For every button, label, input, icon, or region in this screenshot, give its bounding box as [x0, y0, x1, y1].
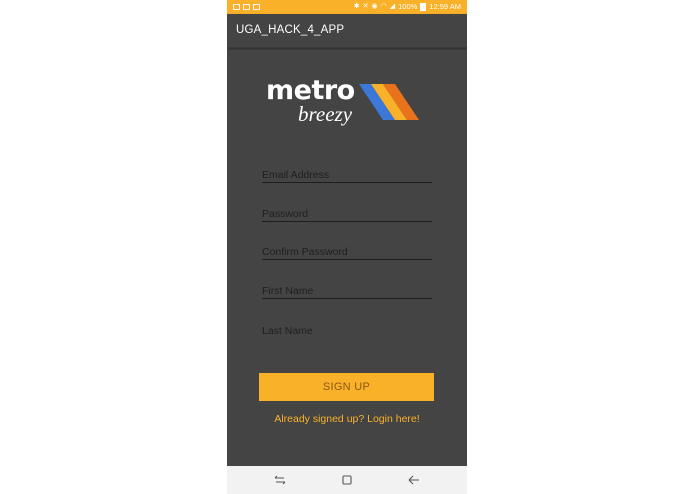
phone-screen: ✱ ✕ ◉ ◠ ◢ 100% 12:59 AM UGA_HACK_4_APP m… — [227, 0, 467, 494]
confirm-password-field — [262, 242, 432, 264]
gallery-icon — [233, 4, 240, 10]
system-icons: ✱ ✕ ◉ ◠ ◢ 100% 12:59 AM — [354, 0, 461, 14]
email-field — [262, 165, 432, 187]
battery-percent: 100% — [398, 2, 418, 11]
bluetooth-icon: ✱ — [353, 3, 360, 10]
app-title: UGA_HACK_4_APP — [236, 24, 345, 36]
message-icon — [253, 4, 260, 10]
logo-stripes-icon — [359, 84, 419, 120]
back-icon[interactable] — [407, 473, 421, 487]
sign-up-button[interactable]: SIGN UP — [259, 373, 434, 401]
wifi-icon: ◠ — [380, 3, 387, 10]
notification-icons — [233, 0, 260, 14]
home-icon[interactable] — [340, 473, 354, 487]
password-field — [262, 204, 432, 226]
image-icon — [243, 4, 250, 10]
first-name-field — [262, 281, 432, 303]
navigation-bar — [227, 466, 467, 494]
signal-icon: ◢ — [389, 3, 396, 10]
last-name-input[interactable] — [262, 322, 432, 340]
status-bar: ✱ ✕ ◉ ◠ ◢ 100% 12:59 AM — [227, 0, 467, 14]
first-name-underline — [262, 298, 432, 299]
recent-apps-icon[interactable] — [273, 473, 287, 487]
mute-icon: ✕ — [362, 3, 369, 10]
alarm-icon: ◉ — [371, 3, 378, 10]
app-bar: UGA_HACK_4_APP — [227, 14, 467, 48]
battery-icon — [420, 3, 427, 11]
clock: 12:59 AM — [429, 2, 461, 11]
metro-breezy-logo: metro breezy — [265, 75, 429, 133]
last-name-field — [262, 321, 432, 343]
confirm-password-underline — [262, 259, 432, 260]
logo-word-breezy: breezy — [298, 102, 353, 126]
password-underline — [262, 221, 432, 222]
login-link[interactable]: Already signed up? Login here! — [227, 413, 467, 425]
email-underline — [262, 182, 432, 183]
